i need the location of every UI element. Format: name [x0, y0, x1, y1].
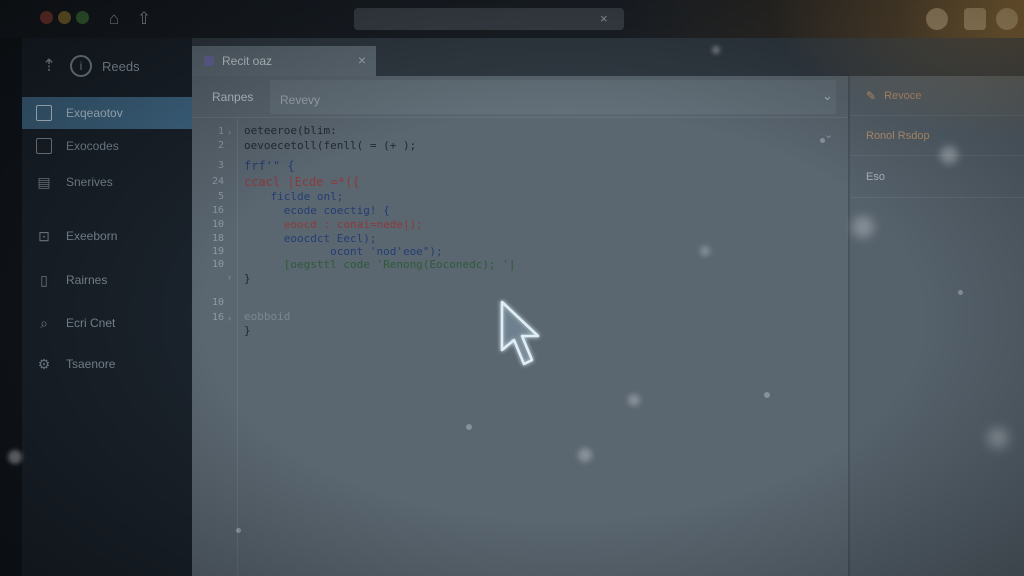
- right-panel-label: Eso: [866, 170, 885, 183]
- revision-select[interactable]: Revevy: [270, 80, 836, 114]
- line-number: 24: [211, 176, 224, 187]
- fold-marker-icon[interactable]: ›: [228, 272, 231, 282]
- maximize-window-button[interactable]: [76, 11, 89, 24]
- chevron-down-icon[interactable]: ⌄: [824, 128, 833, 141]
- document-icon: ▤: [37, 174, 51, 190]
- code-line: }: [244, 324, 251, 337]
- right-panel-label: Revoce: [884, 89, 922, 102]
- sidebar-item-label: Exocodes: [66, 139, 119, 153]
- sidebar-item-label: Tsaenore: [66, 357, 116, 371]
- code-line: oeteeroe(blim:: [244, 124, 337, 137]
- line-number: 3: [217, 160, 224, 171]
- home-icon[interactable]: ⌂: [104, 9, 124, 29]
- editor-area: Recit oaz × Ranpes Revevy ⌄ 1 2 3 24 5 1…: [192, 38, 1024, 576]
- line-number-gutter: 1 2 3 24 5 16 10 18 19 10 10 16 › › ›: [192, 118, 238, 576]
- line-number: 10: [211, 259, 224, 270]
- title-bar: ⌂ ⇧ ×: [0, 0, 1024, 38]
- sidebar-header: ⇡ i Reeds: [38, 54, 140, 78]
- settings-icon: ⚙: [37, 356, 51, 372]
- sidebar-item-ecri-cnet[interactable]: ⌕ Ecri Cnet: [22, 307, 192, 339]
- sidebar-item-label: Rairnes: [66, 273, 108, 287]
- line-number: 5: [217, 191, 224, 202]
- chevron-down-icon[interactable]: ⌄: [822, 88, 833, 104]
- code-line: eobboid: [244, 310, 291, 323]
- sidebar-item-exeeborn[interactable]: ⊡ Exeeborn: [22, 220, 192, 252]
- file-icon: ▯: [40, 272, 48, 288]
- sidebar-item-exocodes[interactable]: Exocodes: [22, 130, 192, 162]
- extension-icon[interactable]: [964, 8, 986, 30]
- editor-subbar: Ranpes Revevy ⌄: [192, 76, 848, 118]
- up-arrow-icon[interactable]: ⇧: [134, 9, 154, 29]
- code-line: ficlde onl;: [244, 190, 344, 203]
- right-panel-label: Ronol Rsdop: [866, 129, 930, 142]
- line-number: 19: [211, 246, 224, 257]
- line-number: 18: [211, 233, 224, 244]
- tab-strip: Recit oaz ×: [192, 38, 1024, 76]
- line-number: 16: [211, 312, 224, 323]
- sidebar-item-label: Snerives: [66, 175, 113, 189]
- info-circle-icon[interactable]: i: [70, 55, 92, 77]
- lock-icon: ⊡: [38, 228, 50, 244]
- address-bar[interactable]: [354, 8, 624, 30]
- sidebar-item-tsaenore[interactable]: ⚙ Tsaenore: [22, 348, 192, 380]
- edit-icon: ✎: [866, 88, 877, 103]
- fold-marker-icon[interactable]: ›: [228, 127, 231, 137]
- close-tab-icon[interactable]: ×: [358, 52, 366, 68]
- file-type-icon: [204, 56, 214, 66]
- search-icon: ⌕: [40, 315, 48, 331]
- sidebar-item-label: Exeeborn: [66, 229, 118, 243]
- sidebar-item-rairnes[interactable]: ▯ Rairnes: [22, 264, 192, 296]
- line-number: 10: [211, 219, 224, 230]
- code-line: ecode coectig! {: [244, 204, 390, 217]
- code-line: }: [244, 272, 251, 285]
- profile-icon[interactable]: [996, 8, 1018, 30]
- right-panel-item-revoce[interactable]: ✎ Revoce: [850, 76, 1024, 116]
- dust-particle: [8, 450, 22, 464]
- avatar-icon[interactable]: [926, 8, 948, 30]
- address-clear-icon[interactable]: ×: [600, 11, 608, 27]
- code-line: frf'" {: [244, 159, 295, 173]
- code-line: ccacl |Ecde =*({: [244, 175, 360, 189]
- sidebar-item-exqeaotov[interactable]: Exqeaotov: [22, 97, 192, 129]
- line-number: 2: [217, 140, 224, 151]
- tab-label: Recit oaz: [222, 54, 273, 68]
- code-editor[interactable]: 1 2 3 24 5 16 10 18 19 10 10 16 › › › oe…: [192, 118, 848, 576]
- sidebar: ⇡ i Reeds Exqeaotov Exocodes ▤ Snerives …: [22, 38, 192, 576]
- right-panel-item-eso[interactable]: Eso: [850, 156, 1024, 198]
- sidebar-header-label: Reeds: [102, 58, 140, 74]
- line-number: 16: [211, 205, 224, 216]
- line-number: 1: [217, 126, 224, 137]
- right-panel: ✎ Revoce Ronol Rsdop Eso: [848, 76, 1024, 576]
- code-line: ocont 'nod'eoe");: [244, 245, 443, 258]
- sidebar-item-label: Exqeaotov: [66, 106, 123, 120]
- code-line: eoocdct Eecl);: [244, 232, 377, 245]
- tab-recit-oaz[interactable]: Recit oaz ×: [192, 46, 376, 76]
- sidebar-item-snerives[interactable]: ▤ Snerives: [22, 166, 192, 198]
- square-icon: [36, 138, 52, 154]
- close-window-button[interactable]: [40, 11, 53, 24]
- line-number: 10: [211, 297, 224, 308]
- minimize-window-button[interactable]: [58, 11, 71, 24]
- revision-select-value: Revevy: [280, 93, 321, 107]
- subbar-label: Ranpes: [212, 90, 254, 104]
- code-line: [oegsttl code 'Renong(Eoconedc); '|: [244, 258, 516, 271]
- square-icon: [36, 105, 52, 121]
- mouse-cursor-icon: [500, 300, 540, 366]
- sidebar-item-label: Ecri Cnet: [66, 316, 116, 330]
- pin-icon[interactable]: ⇡: [38, 55, 60, 77]
- right-panel-item-ronol-rsdop[interactable]: Ronol Rsdop: [850, 116, 1024, 156]
- code-line: oevoecetoll(fenll( = (+ );: [244, 139, 417, 152]
- fold-marker-icon[interactable]: ›: [228, 313, 231, 323]
- code-line: eoocd : conai=nede|);: [244, 218, 423, 231]
